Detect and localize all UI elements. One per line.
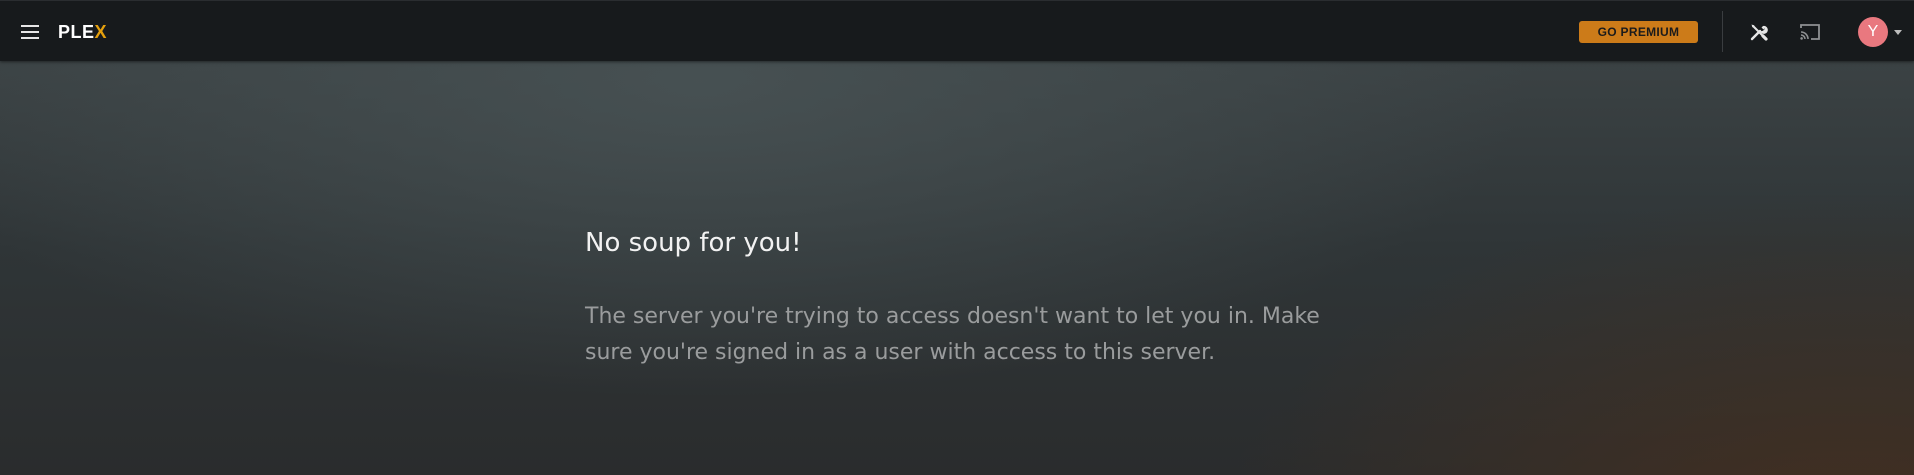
- top-navigation-bar: PLEX GO PREMIUM Y: [0, 0, 1914, 61]
- message-body: The server you're trying to access doesn…: [585, 304, 1320, 365]
- settings-button[interactable]: [1745, 18, 1773, 46]
- user-menu[interactable]: Y: [1858, 16, 1906, 48]
- logo-text: PLE: [58, 22, 95, 42]
- toolbar-divider: [1722, 11, 1723, 52]
- plex-logo[interactable]: PLEX: [58, 21, 107, 43]
- cast-button[interactable]: [1796, 18, 1824, 46]
- main-content: No soup for you! The server you're tryin…: [0, 61, 1914, 475]
- logo-accent: X: [94, 22, 108, 42]
- caret-down-icon: [1894, 29, 1902, 35]
- go-premium-button[interactable]: GO PREMIUM: [1579, 21, 1698, 43]
- app-root: PLEX GO PREMIUM Y No soup for you! The s…: [0, 0, 1914, 475]
- menu-button[interactable]: [16, 18, 44, 46]
- avatar: Y: [1858, 17, 1888, 47]
- hamburger-menu-icon: [21, 25, 39, 39]
- access-denied-message: No soup for you! The server you're tryin…: [585, 227, 1345, 371]
- cast-icon: [1800, 24, 1820, 40]
- wrench-screwdriver-icon: [1750, 24, 1768, 41]
- message-title: No soup for you!: [585, 228, 802, 258]
